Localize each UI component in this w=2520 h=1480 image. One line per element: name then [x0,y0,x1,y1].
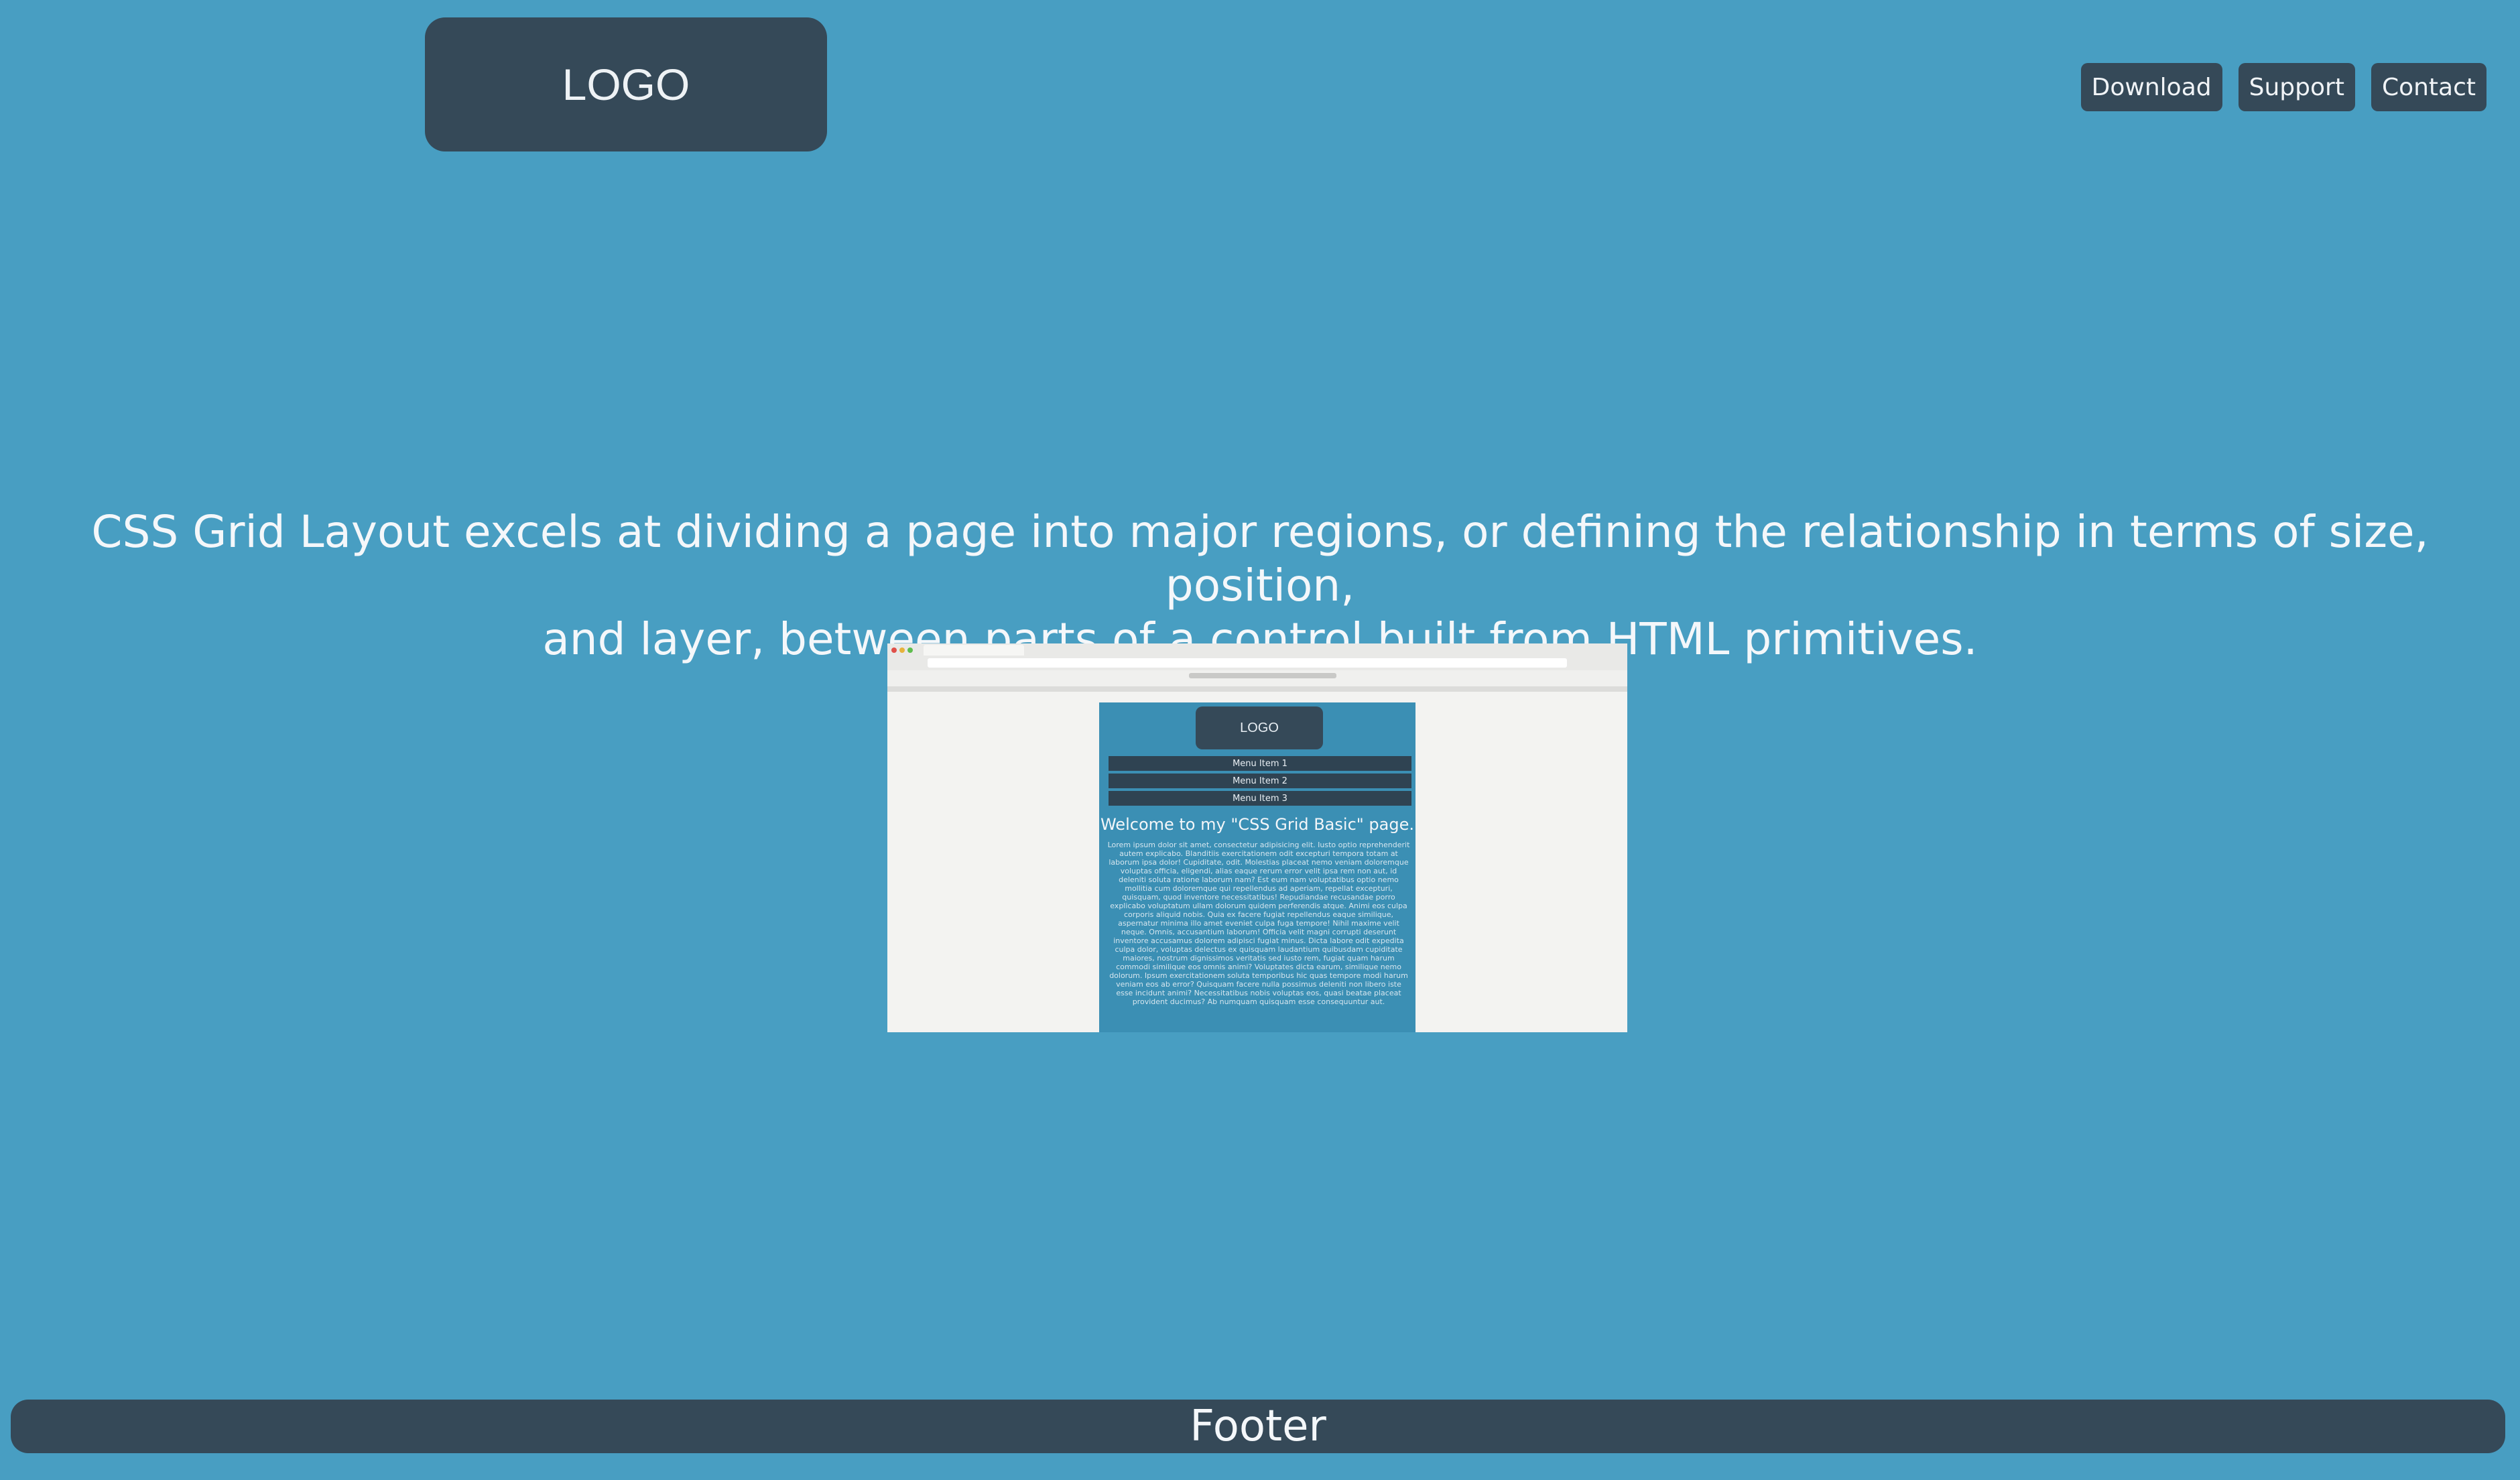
hero-text: CSS Grid Layout excels at dividing a pag… [27,505,2493,666]
mini-logo: LOGO [1196,706,1323,749]
viewport-ruler [887,686,1627,692]
footer-text: Footer [1190,1402,1326,1451]
contact-button[interactable]: Contact [2371,63,2486,111]
device-toolbar-controls [1189,673,1336,678]
example-screenshot-image: LOGO Menu Item 1 Menu Item 2 Menu Item 3… [887,643,1627,1032]
minimize-dot-icon [899,648,905,653]
logo[interactable]: LOGO [425,17,827,151]
close-dot-icon [891,648,897,653]
download-button[interactable]: Download [2080,63,2222,111]
browser-chrome [887,643,1627,692]
browser-tab [924,645,1024,656]
mini-menu-item-1: Menu Item 1 [1109,756,1411,771]
logo-text: LOGO [562,60,690,109]
mini-menu-item-3: Menu Item 3 [1109,791,1411,806]
footer: Footer [11,1400,2505,1453]
hero-line-1: CSS Grid Layout excels at dividing a pag… [91,506,2429,611]
mini-viewport: LOGO Menu Item 1 Menu Item 2 Menu Item 3… [1099,702,1415,1032]
address-bar [928,658,1567,668]
mini-menu-item-2: Menu Item 2 [1109,774,1411,788]
maximize-dot-icon [907,648,913,653]
mini-body-text: Lorem ipsum dolor sit amet, consectetur … [1107,841,1410,1006]
top-nav: Download Support Contact [2080,63,2486,111]
mini-page-title: Welcome to my "CSS Grid Basic" page. [1100,815,1414,834]
devtools-toolbar [887,670,1627,686]
support-button[interactable]: Support [2238,63,2355,111]
